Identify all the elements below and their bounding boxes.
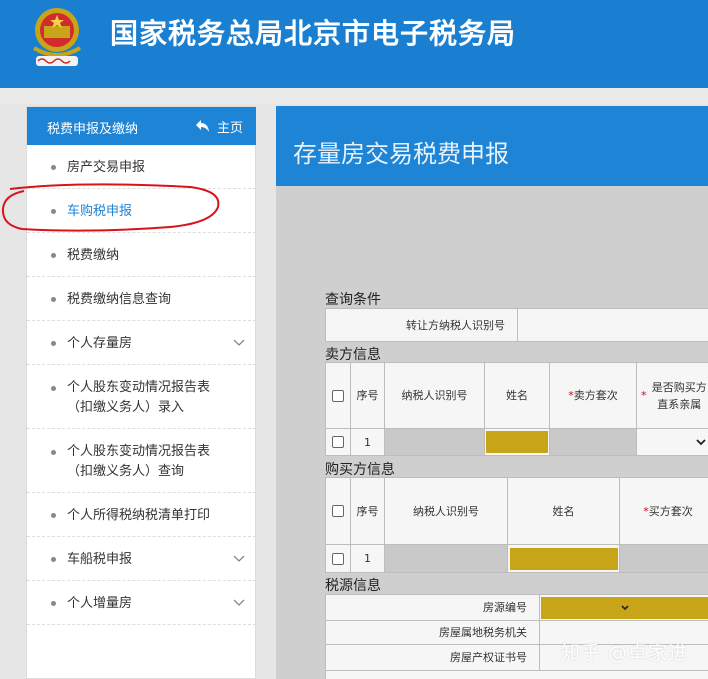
column-header: 姓名 — [508, 478, 620, 545]
buyer-name-field[interactable] — [509, 547, 618, 570]
sidebar-item-shareholder-report-query[interactable]: 个人股东变动情况报告表 （扣缴义务人）查询 — [27, 429, 256, 493]
row-checkbox-cell — [326, 545, 351, 573]
sidebar-item-label: 税费缴纳信息查询 — [67, 292, 172, 307]
column-header: 是否购买方直系亲属 — [637, 363, 708, 429]
sidebar-item-tax-payment[interactable]: 税费缴纳 — [27, 233, 256, 277]
sidebar-item-label: 税费缴纳 — [67, 248, 120, 263]
sidebar-item-label: 个人所得税纳税清单打印 — [67, 508, 211, 523]
field-label: 房源编号 — [326, 595, 540, 621]
sidebar-item-vehicle-purchase-tax[interactable]: 车购税申报 — [27, 189, 256, 233]
chevron-down-icon — [233, 555, 245, 562]
back-arrow-icon — [196, 120, 209, 132]
column-header: 卖方套次 — [550, 363, 637, 429]
sidebar-item-vehicle-vessel-tax[interactable]: 车船税申报 — [27, 537, 256, 581]
seller-select-all-cell — [326, 363, 351, 429]
column-header: 纳税人识别号 — [385, 363, 485, 429]
listing-number-cell — [540, 595, 708, 621]
bullet-icon — [51, 450, 56, 455]
sidebar-item-label: 个人存量房 — [67, 336, 133, 351]
row-checkbox[interactable] — [332, 436, 344, 448]
sidebar-item-label: 个人股东变动情况报告表 — [67, 444, 211, 459]
section-query-conditions: 查询条件 — [325, 292, 381, 308]
chevron-down-icon — [621, 604, 629, 610]
buyer-count-field[interactable] — [620, 545, 708, 573]
sidebar: 税费申报及缴纳 主页 房产交易申报 车购税申报 税费缴纳 税费缴纳信息查询 个人… — [26, 106, 256, 679]
column-header: 买方套次 — [620, 478, 708, 545]
column-header: 姓名 — [485, 363, 550, 429]
sidebar-title: 税费申报及缴纳 — [47, 122, 139, 137]
listing-number-select[interactable] — [541, 596, 708, 619]
bullet-icon — [51, 297, 56, 302]
buyer-select-all-cell — [326, 478, 351, 545]
sidebar-item-label: 车购税申报 — [67, 204, 133, 219]
transferor-id-input[interactable] — [518, 309, 708, 342]
transferor-id-label: 转让方纳税人识别号 — [326, 309, 518, 342]
tax-source-table: 房源编号 房屋属地税务机关 房屋产权证书号 — [325, 594, 708, 679]
row-checkbox[interactable] — [332, 552, 344, 565]
section-buyer-info: 购买方信息 — [325, 462, 395, 478]
row-checkbox-cell — [326, 429, 351, 456]
bullet-icon — [51, 165, 56, 170]
sidebar-item-label: 个人股东变动情况报告表 — [67, 380, 211, 395]
sidebar-item-shareholder-report-entry[interactable]: 个人股东变动情况报告表 （扣缴义务人）录入 — [27, 365, 256, 429]
header-divider — [0, 88, 708, 104]
row-index: 1 — [351, 545, 385, 573]
sidebar-item-label-line2: （扣缴义务人）录入 — [67, 400, 185, 415]
national-emblem-logo — [32, 8, 82, 66]
select-all-checkbox[interactable] — [332, 505, 344, 517]
page-title: 存量房交易税费申报 — [293, 140, 509, 168]
column-header: 序号 — [351, 363, 385, 429]
site-header: 国家税务总局北京市电子税务局 — [0, 0, 708, 88]
seller-name-field[interactable] — [486, 431, 548, 453]
chevron-down-icon — [233, 599, 245, 606]
chevron-down-icon — [696, 438, 706, 445]
home-label: 主页 — [217, 120, 244, 136]
field-label: 房屋产权证书号 — [326, 645, 540, 671]
site-title: 国家税务总局北京市电子税务局 — [110, 17, 517, 50]
column-header: 序号 — [351, 478, 385, 545]
bullet-icon — [51, 341, 56, 346]
watermark-text: 知乎 @卓家进 — [561, 642, 689, 664]
sidebar-item-income-tax-list-print[interactable]: 个人所得税纳税清单打印 — [27, 493, 256, 537]
main-title-band: 存量房交易税费申报 — [276, 106, 708, 186]
section-seller-info: 卖方信息 — [325, 347, 381, 363]
relative-select[interactable] — [637, 429, 708, 456]
sidebar-item-label-line2: （扣缴义务人）查询 — [67, 464, 185, 479]
bullet-icon — [51, 601, 56, 606]
column-header: 纳税人识别号 — [385, 478, 508, 545]
seller-taxpayer-id-field[interactable] — [385, 429, 485, 456]
bullet-icon — [51, 386, 56, 391]
main-panel: 存量房交易税费申报 查询条件 转让方纳税人识别号 卖方信息 序号 纳税人识别号 … — [276, 106, 708, 679]
sidebar-item-label: 车船税申报 — [67, 552, 133, 567]
row-index: 1 — [351, 429, 385, 456]
bullet-icon — [51, 253, 56, 258]
seller-table: 序号 纳税人识别号 姓名 卖方套次 是否购买方直系亲属 1 — [325, 362, 708, 456]
home-link[interactable]: 主页 — [195, 115, 243, 137]
sidebar-item-existing-housing[interactable]: 个人存量房 — [27, 321, 256, 365]
sidebar-header: 税费申报及缴纳 主页 — [27, 107, 256, 145]
sidebar-item-payment-query[interactable]: 税费缴纳信息查询 — [27, 277, 256, 321]
sidebar-item-property-transaction[interactable]: 房产交易申报 — [27, 145, 256, 189]
seller-count-field[interactable] — [550, 429, 637, 456]
seller-name-cell — [485, 429, 550, 456]
bullet-icon — [51, 557, 56, 562]
select-all-checkbox[interactable] — [332, 389, 344, 402]
bullet-icon — [51, 209, 56, 214]
bullet-icon — [51, 513, 56, 518]
query-table: 转让方纳税人识别号 — [325, 308, 708, 342]
buyer-taxpayer-id-field[interactable] — [385, 545, 508, 573]
sidebar-item-label: 房产交易申报 — [67, 160, 146, 175]
buyer-table: 序号 纳税人识别号 姓名 买方套次 1 — [325, 477, 708, 573]
buyer-name-cell — [508, 545, 620, 573]
sidebar-item-label: 个人增量房 — [67, 596, 133, 611]
section-tax-source-info: 税源信息 — [325, 578, 381, 594]
chevron-down-icon — [233, 339, 245, 346]
field-label: 房屋属地税务机关 — [326, 621, 540, 645]
sidebar-item-new-housing[interactable]: 个人增量房 — [27, 581, 256, 625]
